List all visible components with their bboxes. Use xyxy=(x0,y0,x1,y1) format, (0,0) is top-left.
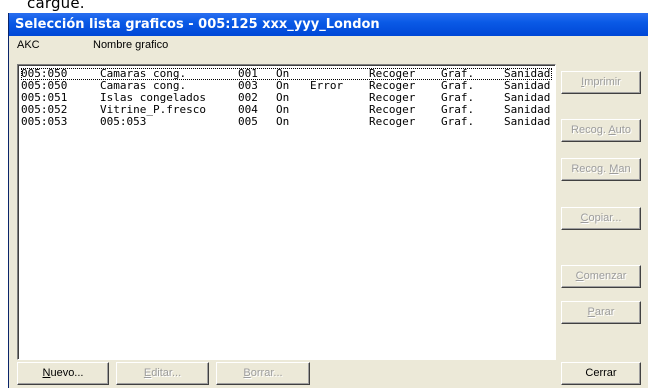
recog-man-button[interactable]: Recog. Man xyxy=(561,158,641,181)
recog-auto-label-post: uto xyxy=(615,124,631,136)
recog-auto-label-accel: A xyxy=(608,124,616,136)
graphics-list[interactable]: 005:050 Camaras cong. 001 On Recoger Graf. San… xyxy=(17,64,556,360)
comenzar-label-post: omenzar xyxy=(583,270,627,282)
list-cell-num: 005 xyxy=(238,115,258,128)
borrar-label-post: orrar... xyxy=(250,367,283,379)
copiar-button[interactable]: Copiar... xyxy=(561,207,641,230)
list-cell-status: Error xyxy=(310,79,344,92)
background-text: cargue. xyxy=(27,0,85,12)
recog-auto-label-pre: Recog. xyxy=(571,124,609,136)
imprimir-label-post: mprimir xyxy=(584,76,621,88)
borrar-label-accel: B xyxy=(243,367,251,379)
cerrar-button[interactable]: Cerrar xyxy=(561,362,641,385)
nuevo-label-post: uevo... xyxy=(50,367,84,379)
comenzar-label-accel: C xyxy=(575,270,584,282)
copiar-label-post: opiar... xyxy=(588,212,622,224)
list-cell-action: Recoger xyxy=(369,115,416,128)
list-cell-type: Graf. xyxy=(441,115,475,128)
recog-man-label-pre: Recog. xyxy=(571,163,610,175)
graphics-list-rows: 005:050 Camaras cong. 001 On Recoger Graf. San… xyxy=(21,68,552,128)
parar-button[interactable]: Parar xyxy=(561,301,641,324)
list-cell-area: Sanidad xyxy=(504,115,551,128)
window-title[interactable]: Selección lista graficos - 005:125 xxx_y… xyxy=(9,13,648,36)
nuevo-button[interactable]: Nuevo... xyxy=(17,362,109,385)
column-header-nombre[interactable]: Nombre grafico xyxy=(93,36,168,55)
imprimir-button[interactable]: Imprimir xyxy=(561,71,641,94)
list-cell-state: On xyxy=(276,115,290,128)
recog-auto-button[interactable]: Recog. Auto xyxy=(561,119,641,142)
list-cell-akc: 005:053 xyxy=(21,115,68,128)
column-headers: AKC Nombre grafico xyxy=(9,36,648,55)
editar-button[interactable]: Editar... xyxy=(116,362,209,385)
borrar-button[interactable]: Borrar... xyxy=(216,362,310,385)
comenzar-button[interactable]: Comenzar xyxy=(561,265,641,288)
recog-man-label-post: an xyxy=(618,163,631,175)
selection-dialog: Selección lista graficos - 005:125 xxx_y… xyxy=(8,13,648,388)
list-item[interactable]: 005:053 005:053 005 On Recoger Graf. Sanidad xyxy=(21,116,552,128)
column-header-akc[interactable]: AKC xyxy=(17,36,40,55)
editar-label-post: ditar... xyxy=(151,367,182,379)
list-cell-name: 005:053 xyxy=(100,115,147,128)
parar-label-post: arar xyxy=(594,306,615,318)
parar-label-accel: P xyxy=(587,306,595,318)
